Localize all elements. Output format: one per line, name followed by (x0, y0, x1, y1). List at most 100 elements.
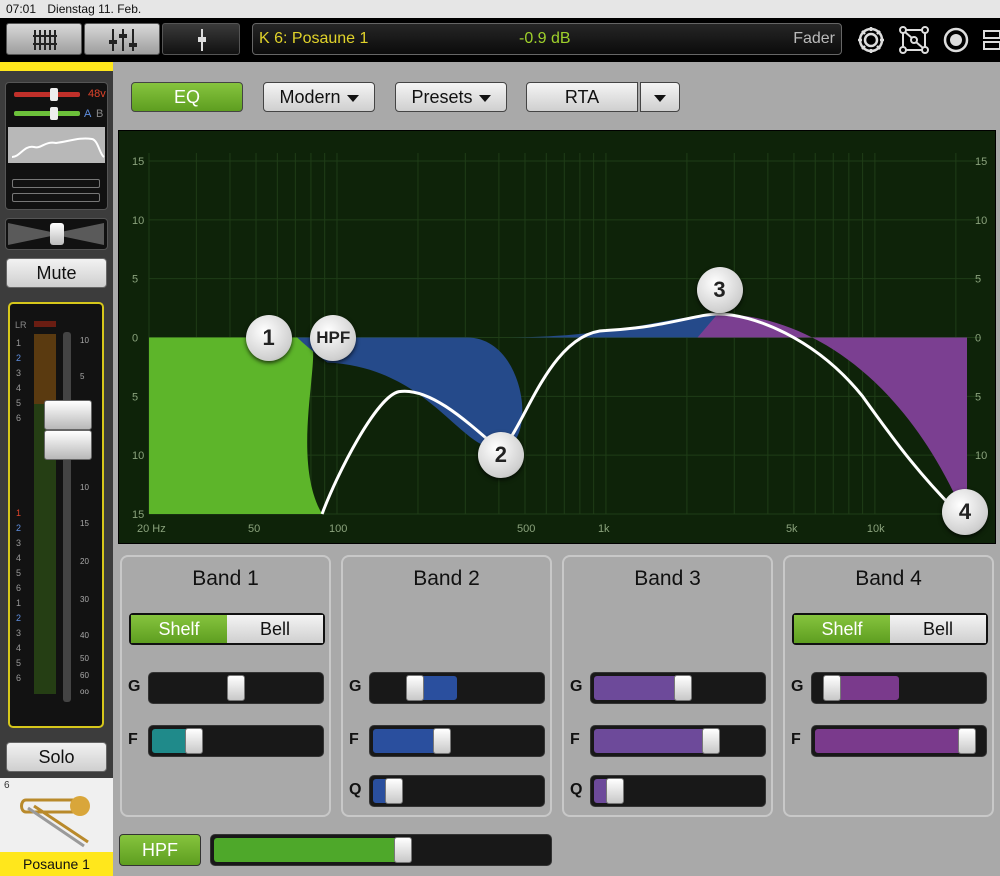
param-slider-knob[interactable] (606, 778, 624, 804)
dynamics-meter-2 (12, 193, 100, 202)
gain-slider[interactable] (14, 92, 80, 97)
view-mixer-button[interactable] (6, 23, 82, 55)
param-slider-q[interactable] (590, 775, 766, 807)
shelf-option[interactable]: Shelf (794, 615, 890, 643)
param-label: F (791, 731, 801, 748)
fader-scale-label: 15 (80, 519, 89, 529)
header: K 6: Posaune 1 -0.9 dB Fader (0, 18, 1000, 62)
channel-info-bar[interactable]: K 6: Posaune 1 -0.9 dB Fader (252, 23, 842, 55)
db-tick-label-left: 5 (132, 274, 138, 286)
hpf-toggle-button[interactable]: HPF (119, 834, 201, 866)
param-row-f: F (128, 725, 324, 757)
dynamics-meter-1 (12, 179, 100, 188)
band-1-panel: Band 1 Shelf Bell G F (120, 555, 331, 817)
hpf-slider-knob[interactable] (394, 837, 413, 863)
single-fader-icon (198, 29, 206, 51)
channel-icon-area[interactable]: 6 (0, 778, 113, 852)
param-slider-f[interactable] (590, 725, 766, 757)
param-slider-g[interactable] (369, 672, 545, 704)
group-number: 1 (16, 508, 22, 518)
fader-track[interactable] (63, 332, 71, 702)
phantom-power-label: 48v (88, 88, 106, 100)
band-type-toggle[interactable]: Shelf Bell (129, 613, 325, 645)
shelf-option[interactable]: Shelf (131, 615, 227, 643)
view-faders-button[interactable] (84, 23, 160, 55)
param-slider-knob[interactable] (185, 728, 203, 754)
frequency-tick-label: 500 (517, 523, 535, 535)
gain-knob[interactable] (50, 88, 58, 101)
param-slider-g[interactable] (590, 672, 766, 704)
param-slider-fill (815, 729, 967, 753)
group-number: 4 (16, 643, 22, 653)
rta-options-button[interactable] (640, 82, 680, 112)
input-section[interactable]: 48v A B (5, 82, 108, 210)
eq-thumbnail[interactable] (8, 127, 105, 163)
eq-toggle-button[interactable]: EQ (131, 82, 243, 112)
fader-knob-bottom[interactable] (44, 430, 92, 460)
param-slider-knob[interactable] (702, 728, 720, 754)
fader-knob-top[interactable] (44, 400, 92, 430)
param-slider-q[interactable] (369, 775, 545, 807)
param-slider-f[interactable] (811, 725, 987, 757)
param-slider-fill (373, 729, 442, 753)
solo-button[interactable]: Solo (6, 742, 107, 772)
param-label: F (349, 731, 359, 748)
bell-option[interactable]: Bell (227, 615, 323, 643)
clip-indicator (34, 321, 56, 327)
param-slider-f[interactable] (369, 725, 545, 757)
gear-icon[interactable] (854, 24, 888, 56)
eq-mode-dropdown[interactable]: Modern (263, 82, 375, 112)
param-label: F (570, 731, 580, 748)
band-4-area (697, 313, 967, 522)
band-title: Band 4 (855, 567, 922, 590)
mute-button[interactable]: Mute (6, 258, 107, 288)
param-row-f: F (349, 725, 545, 757)
eq-node-4[interactable]: 4 (942, 489, 988, 535)
param-slider-knob[interactable] (433, 728, 451, 754)
eq-node-hpf[interactable]: HPF (310, 314, 357, 361)
eq-node-1[interactable]: 1 (245, 314, 292, 361)
band-3-rise-area (498, 313, 718, 338)
eq-graph[interactable]: 151510105500551010151520 Hz501005001k5k1… (118, 130, 996, 544)
band-type-toggle[interactable]: Shelf Bell (792, 613, 988, 645)
frequency-tick-label: 100 (329, 523, 347, 535)
group-number: 3 (16, 368, 22, 378)
fader-scale-label: 40 (80, 631, 89, 640)
channel-name-display: K 6: Posaune 1 (259, 30, 369, 47)
presets-label: Presets (411, 87, 473, 107)
fader-scale-label: 10 (80, 335, 89, 345)
param-row-g: G (349, 672, 545, 704)
hpf-slider[interactable] (210, 834, 552, 866)
param-slider-g[interactable] (811, 672, 987, 704)
trim-slider[interactable] (14, 111, 80, 116)
rta-button[interactable]: RTA (526, 82, 638, 112)
channel-strip: 48v A B Mute LR 123456123456123 4 5 6 10… (0, 62, 113, 876)
record-icon[interactable] (940, 24, 972, 56)
trim-knob[interactable] (50, 107, 58, 120)
param-slider-f[interactable] (148, 725, 324, 757)
param-slider-knob[interactable] (822, 675, 841, 701)
param-slider-knob[interactable] (406, 675, 424, 701)
param-slider-knob[interactable] (385, 778, 403, 804)
eq-node-3[interactable]: 3 (696, 266, 743, 313)
routing-icon[interactable] (897, 24, 931, 56)
channel-name-label[interactable]: Posaune 1 (0, 852, 113, 876)
param-slider-knob[interactable] (673, 675, 692, 701)
pan-knob[interactable] (50, 223, 64, 245)
param-slider-knob[interactable] (957, 728, 976, 754)
param-slider-knob[interactable] (227, 675, 245, 701)
layout-icon[interactable] (980, 24, 1000, 56)
fader-section[interactable]: LR 123456123456123456 105U51015203040506… (8, 302, 104, 728)
group-number: 2 (16, 523, 22, 533)
channel-faders-icon (109, 29, 137, 51)
eq-node-2[interactable]: 2 (477, 432, 524, 479)
bell-option[interactable]: Bell (890, 615, 986, 643)
presets-dropdown[interactable]: Presets (395, 82, 507, 112)
db-tick-label-right: 15 (975, 156, 987, 168)
trombone-icon (20, 796, 90, 848)
group-number: 2 (16, 353, 22, 363)
pan-control[interactable] (5, 218, 108, 250)
param-slider-g[interactable] (148, 672, 324, 704)
view-single-button[interactable] (162, 23, 240, 55)
group-number: 5 (16, 398, 22, 408)
